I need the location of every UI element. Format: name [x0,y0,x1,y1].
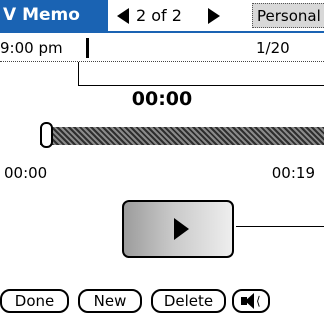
speaker-cone-icon [245,293,254,309]
progress-slider-thumb[interactable] [40,122,53,148]
new-button[interactable]: New [78,289,142,313]
elapsed-time: 00:00 [131,88,193,110]
callout-line [78,62,79,85]
start-time: 00:00 [4,164,48,182]
progress-slider-track[interactable] [40,127,324,145]
memo-time-label[interactable]: 9:00 pm [0,39,63,57]
previous-icon[interactable] [117,8,129,24]
end-time: 00:19 [271,164,315,182]
app-title[interactable]: V Memo [0,0,108,33]
callout-line [78,85,324,86]
title-rule [0,31,324,33]
next-icon[interactable] [208,8,220,24]
underline-divider [0,61,324,62]
play-button[interactable] [122,200,234,258]
play-icon [174,218,189,240]
speaker-button[interactable]: ⟨ [232,289,270,313]
text-cursor [86,38,89,58]
page-indicator: 2 of 2 [136,6,182,25]
category-selector[interactable]: Personal [252,3,324,28]
memo-count: 1/20 [256,39,290,57]
callout-line [236,226,324,227]
delete-button[interactable]: Delete [151,289,226,313]
sound-wave-icon: ⟨ [256,294,261,308]
done-button[interactable]: Done [0,289,69,313]
